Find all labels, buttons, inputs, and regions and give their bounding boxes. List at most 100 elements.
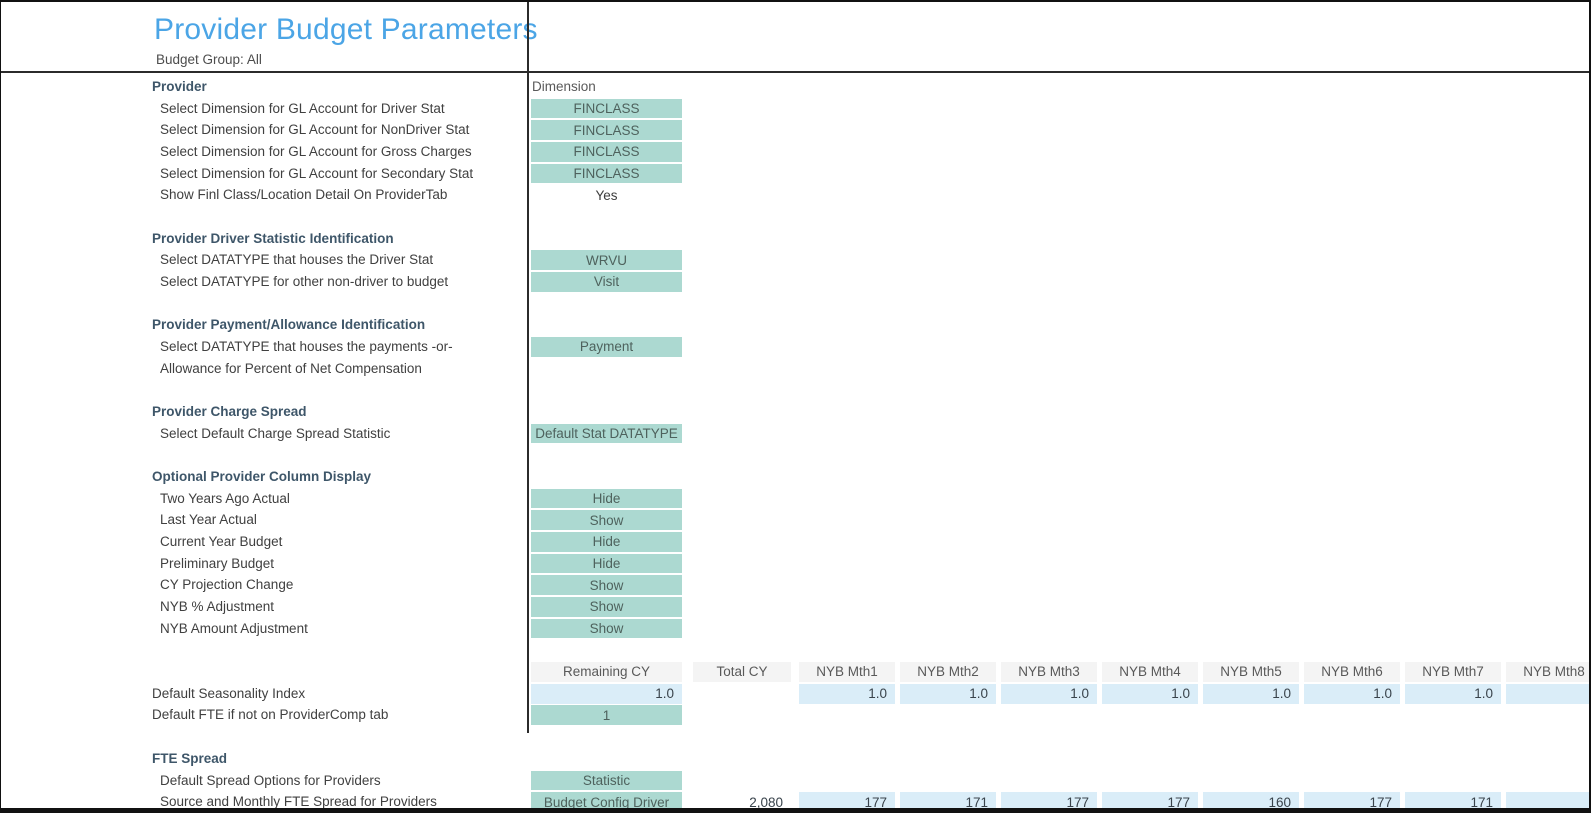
param-row-gross-charges-dimension: Select Dimension for GL Account for Gros… — [1, 141, 1589, 163]
fte-mth8-cell[interactable] — [1506, 792, 1591, 812]
column-header-nyb-mth1: NYB Mth1 — [799, 662, 895, 682]
section-header-fte-spread: FTE Spread — [152, 748, 227, 770]
seasonality-mth8-cell[interactable] — [1506, 684, 1591, 704]
gross-charges-dimension-cell[interactable]: FINCLASS — [531, 142, 682, 162]
parameter-rows: Provider Dimension Select Dimension for … — [1, 76, 1589, 813]
section-header-driver-stat: Provider Driver Statistic Identification — [152, 228, 394, 250]
param-row-allowance-continuation: Allowance for Percent of Net Compensatio… — [1, 358, 1589, 380]
param-label: Select Dimension for GL Account for Seco… — [160, 163, 473, 185]
param-label: Select Dimension for GL Account for Driv… — [160, 98, 445, 120]
param-row-nyb-amount-adjustment: NYB Amount Adjustment Show — [1, 618, 1589, 640]
fte-mth4-cell[interactable]: 177 — [1102, 792, 1198, 812]
param-row-two-years-ago-actual: Two Years Ago Actual Hide — [1, 488, 1589, 510]
section-header-payment: Provider Payment/Allowance Identificatio… — [152, 314, 425, 336]
param-label: Select Default Charge Spread Statistic — [160, 423, 390, 445]
param-label: Show Finl Class/Location Detail On Provi… — [160, 184, 447, 206]
column-header-nyb-mth5: NYB Mth5 — [1203, 662, 1299, 682]
fte-mth7-cell[interactable]: 171 — [1405, 792, 1501, 812]
param-label: Select DATATYPE that houses the Driver S… — [160, 249, 433, 271]
param-label: Default Seasonality Index — [152, 683, 305, 705]
column-header-nyb-mth3: NYB Mth3 — [1001, 662, 1097, 682]
seasonality-mth5-cell[interactable]: 1.0 — [1203, 684, 1299, 704]
fte-mth2-cell[interactable]: 171 — [900, 792, 996, 812]
param-row-preliminary-budget: Preliminary Budget Hide — [1, 553, 1589, 575]
nondriver-datatype-cell[interactable]: Visit — [531, 272, 682, 292]
spacer-row — [1, 639, 1589, 661]
param-label: Last Year Actual — [160, 509, 257, 531]
spacer-row — [1, 444, 1589, 466]
column-header-total-cy: Total CY — [693, 662, 791, 682]
payment-datatype-cell[interactable]: Payment — [531, 337, 682, 357]
default-fte-cell[interactable]: 1 — [531, 705, 682, 725]
fte-mth5-cell[interactable]: 160 — [1203, 792, 1299, 812]
param-row-last-year-actual: Last Year Actual Show — [1, 509, 1589, 531]
seasonality-mth4-cell[interactable]: 1.0 — [1102, 684, 1198, 704]
budget-group-label: Budget Group: All — [156, 52, 262, 67]
param-row-show-finl-class-detail: Show Finl Class/Location Detail On Provi… — [1, 184, 1589, 206]
driver-stat-datatype-cell[interactable]: WRVU — [531, 250, 682, 270]
driver-stat-dimension-cell[interactable]: FINCLASS — [531, 99, 682, 119]
preliminary-budget-cell[interactable]: Hide — [531, 554, 682, 574]
param-row-payment-datatype: Select DATATYPE that houses the payments… — [1, 336, 1589, 358]
section-header-row-provider: Provider Dimension — [1, 76, 1589, 98]
header-divider-line — [1, 71, 1589, 73]
fte-mth1-cell[interactable]: 177 — [799, 792, 895, 812]
param-label: CY Projection Change — [160, 574, 293, 596]
param-row-charge-spread-statistic: Select Default Charge Spread Statistic D… — [1, 423, 1589, 445]
param-row-nondriver-stat-dimension: Select Dimension for GL Account for NonD… — [1, 119, 1589, 141]
show-finl-class-detail-cell[interactable]: Yes — [531, 185, 682, 205]
seasonality-mth2-cell[interactable]: 1.0 — [900, 684, 996, 704]
seasonality-mth6-cell[interactable]: 1.0 — [1304, 684, 1400, 704]
nondriver-stat-dimension-cell[interactable]: FINCLASS — [531, 120, 682, 140]
section-header-row-driver-stat: Provider Driver Statistic Identification — [1, 228, 1589, 250]
monthly-table-header-row: Remaining CY Total CY NYB Mth1 NYB Mth2 … — [1, 661, 1589, 683]
spacer-row — [1, 293, 1589, 315]
fte-mth3-cell[interactable]: 177 — [1001, 792, 1097, 812]
nyb-amount-adjustment-cell[interactable]: Show — [531, 619, 682, 639]
section-header-row-fte-spread: FTE Spread — [1, 748, 1589, 770]
param-row-driver-stat-datatype: Select DATATYPE that houses the Driver S… — [1, 249, 1589, 271]
column-header-nyb-mth7: NYB Mth7 — [1405, 662, 1501, 682]
spread-options-cell[interactable]: Statistic — [531, 771, 682, 791]
page-title: Provider Budget Parameters — [154, 13, 538, 47]
param-label: Preliminary Budget — [160, 553, 274, 575]
seasonality-mth7-cell[interactable]: 1.0 — [1405, 684, 1501, 704]
current-year-budget-cell[interactable]: Hide — [531, 532, 682, 552]
column-header-nyb-mth6: NYB Mth6 — [1304, 662, 1400, 682]
seasonality-mth1-cell[interactable]: 1.0 — [799, 684, 895, 704]
param-label: Default FTE if not on ProviderComp tab — [152, 704, 388, 726]
sheet-frame: Provider Budget Parameters Budget Group:… — [0, 0, 1591, 813]
param-row-driver-stat-dimension: Select Dimension for GL Account for Driv… — [1, 98, 1589, 120]
dimension-column-label: Dimension — [532, 76, 596, 98]
nyb-pct-adjustment-cell[interactable]: Show — [531, 597, 682, 617]
param-row-current-year-budget: Current Year Budget Hide — [1, 531, 1589, 553]
provider-budget-parameters-sheet: Provider Budget Parameters Budget Group:… — [0, 0, 1591, 823]
secondary-stat-dimension-cell[interactable]: FINCLASS — [531, 164, 682, 184]
seasonality-mth3-cell[interactable]: 1.0 — [1001, 684, 1097, 704]
param-label: NYB % Adjustment — [160, 596, 274, 618]
spacer-row — [1, 206, 1589, 228]
param-row-cy-projection-change: CY Projection Change Show — [1, 574, 1589, 596]
charge-spread-statistic-cell[interactable]: Default Stat DATATYPE — [531, 424, 682, 444]
param-row-nondriver-datatype: Select DATATYPE for other non-driver to … — [1, 271, 1589, 293]
param-row-spread-options: Default Spread Options for Providers Sta… — [1, 770, 1589, 792]
last-year-actual-cell[interactable]: Show — [531, 510, 682, 530]
param-row-seasonality-index: Default Seasonality Index 1.0 1.0 1.0 1.… — [1, 683, 1589, 705]
param-label: Select DATATYPE that houses the payments… — [160, 336, 453, 358]
param-label: Select DATATYPE for other non-driver to … — [160, 271, 448, 293]
two-years-ago-actual-cell[interactable]: Hide — [531, 489, 682, 509]
column-header-nyb-mth8: NYB Mth8 — [1506, 662, 1591, 682]
fte-mth6-cell[interactable]: 177 — [1304, 792, 1400, 812]
param-label: Source and Monthly FTE Spread for Provid… — [160, 791, 437, 813]
param-row-secondary-stat-dimension: Select Dimension for GL Account for Seco… — [1, 163, 1589, 185]
param-label: NYB Amount Adjustment — [160, 618, 308, 640]
param-label: Allowance for Percent of Net Compensatio… — [160, 358, 422, 380]
param-label: Default Spread Options for Providers — [160, 770, 381, 792]
fte-source-cell[interactable]: Budget Config Driver — [531, 792, 682, 812]
seasonality-remaining-cy-cell[interactable]: 1.0 — [531, 684, 682, 704]
section-header-charge-spread: Provider Charge Spread — [152, 401, 307, 423]
column-header-remaining-cy: Remaining CY — [531, 662, 682, 682]
param-row-fte-source: Source and Monthly FTE Spread for Provid… — [1, 791, 1589, 813]
cy-projection-change-cell[interactable]: Show — [531, 575, 682, 595]
section-header-row-payment: Provider Payment/Allowance Identificatio… — [1, 314, 1589, 336]
